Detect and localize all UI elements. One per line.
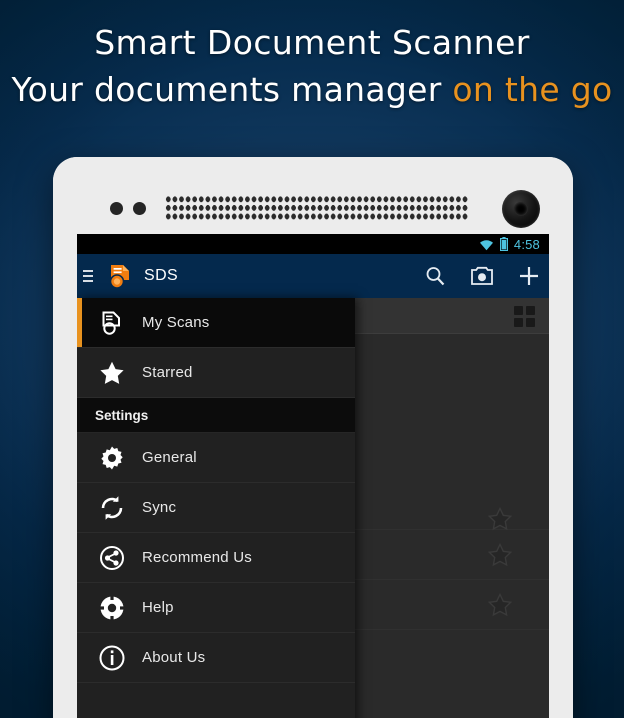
star-outline-icon[interactable] — [487, 506, 513, 532]
proximity-sensor-icon — [110, 202, 123, 215]
action-bar-buttons — [423, 254, 541, 298]
status-bar-indicators: 4:58 — [479, 234, 540, 254]
sidebar-item-label: Help — [142, 599, 174, 616]
star-outline-icon[interactable] — [487, 542, 513, 568]
sidebar-item-my-scans[interactable]: My Scans — [77, 298, 355, 348]
sidebar-item-recommend-us[interactable]: Recommend Us — [77, 533, 355, 583]
sidebar-item-about-us[interactable]: About Us — [77, 633, 355, 683]
search-icon — [426, 267, 445, 286]
sidebar-item-label: General — [142, 449, 197, 466]
app-title: SDS — [144, 267, 179, 284]
star-filled-icon — [95, 360, 129, 386]
promo-subtitle: Your documents manager on the go — [0, 66, 624, 114]
camera-button[interactable] — [470, 264, 494, 288]
promo-headline: Smart Document Scanner Your documents ma… — [0, 20, 624, 114]
sidebar-section-settings: Settings — [77, 398, 355, 433]
sidebar-item-label: Recommend Us — [142, 549, 252, 566]
share-icon — [95, 545, 129, 571]
gear-icon — [95, 445, 129, 471]
app-action-bar: SDS — [77, 254, 549, 298]
status-bar-clock: 4:58 — [513, 236, 540, 252]
sidebar-item-help[interactable]: Help — [77, 583, 355, 633]
phone-device-mockup: 4:58 SDS My Scans Starred Settings Gener… — [53, 157, 573, 718]
sidebar-item-label: Starred — [142, 364, 193, 381]
promo-subtitle-accent: on the go — [452, 70, 613, 109]
hamburger-menu-icon[interactable] — [83, 270, 101, 282]
front-camera-lens-icon — [502, 190, 540, 228]
grid-view-icon[interactable] — [514, 306, 535, 327]
plus-icon — [520, 267, 538, 285]
drawer-filler — [77, 683, 355, 718]
sidebar-item-general[interactable]: General — [77, 433, 355, 483]
sidebar-item-sync[interactable]: Sync — [77, 483, 355, 533]
star-outline-icon[interactable] — [487, 592, 513, 618]
navigation-drawer: My Scans Starred Settings General Sync R… — [77, 298, 355, 718]
speaker-grille-icon — [165, 195, 468, 221]
phone-screen: 4:58 SDS My Scans Starred Settings Gener… — [77, 234, 549, 718]
sidebar-item-label: My Scans — [142, 314, 210, 331]
sidebar-item-starred[interactable]: Starred — [77, 348, 355, 398]
promo-subtitle-main: Your documents manager — [11, 70, 453, 109]
camera-icon — [471, 266, 493, 285]
sync-icon — [95, 495, 129, 521]
android-status-bar: 4:58 — [77, 234, 549, 254]
document-scan-icon — [95, 310, 129, 336]
battery-icon — [499, 237, 508, 251]
light-sensor-icon — [133, 202, 146, 215]
sds-app-logo-icon — [107, 262, 135, 290]
search-button[interactable] — [423, 264, 447, 288]
sidebar-item-label: About Us — [142, 649, 206, 666]
promo-title: Smart Document Scanner — [94, 23, 530, 62]
add-button[interactable] — [517, 264, 541, 288]
info-icon — [95, 645, 129, 671]
lifebuoy-icon — [95, 594, 129, 621]
sidebar-item-label: Sync — [142, 499, 177, 516]
sidebar-section-label: Settings — [95, 407, 149, 423]
phone-top-bezel — [53, 157, 573, 234]
wifi-icon — [479, 239, 493, 250]
